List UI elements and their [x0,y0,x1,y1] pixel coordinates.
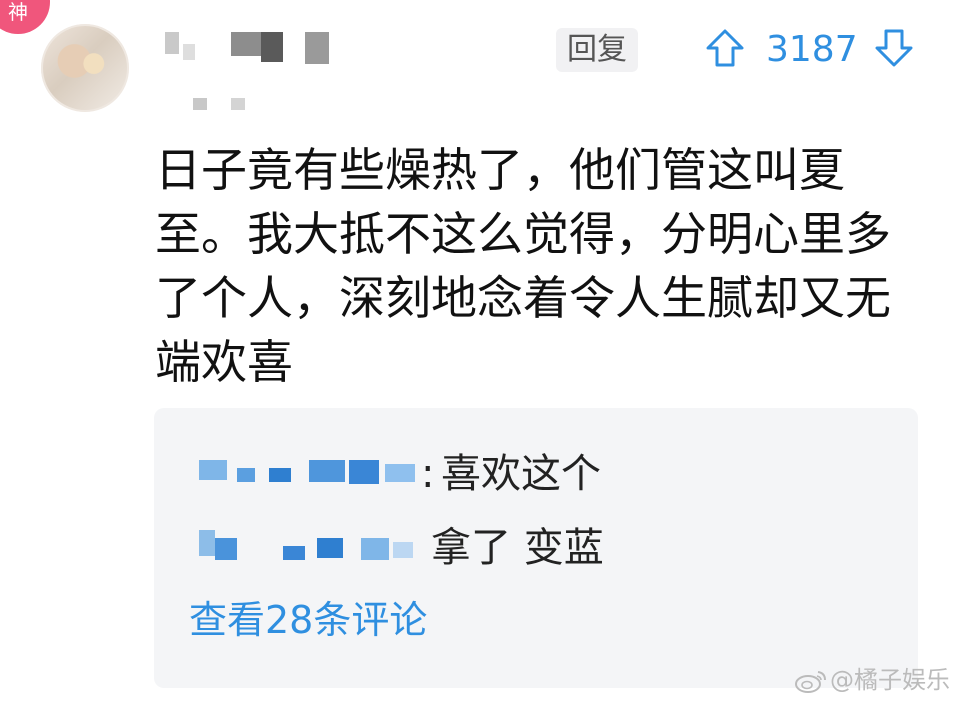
username-pixelated[interactable] [165,30,345,70]
content-line: 日子竟有些燥热了，他们管这叫夏 [155,143,845,197]
reply-button[interactable]: 回复 [556,28,638,72]
watermark-text: @橘子娱乐 [830,666,950,694]
comment-content: 日子竟有些燥热了，他们管这叫夏 至。我大抵不这么觉得，分明心里多 了个人，深刻地… [155,138,915,394]
content-line: 端欢喜 [155,335,293,389]
content-line: 了个人，深刻地念着令人生腻却又无 [155,271,891,325]
sub-reply-username-pixelated[interactable] [189,528,429,568]
sub-reply-item[interactable]: : 喜欢这个 [189,444,889,504]
sub-reply-text: 拿了 变蓝 [431,525,604,571]
downvote-arrow-icon[interactable] [874,28,914,68]
sub-reply-text: 喜欢这个 [441,451,601,497]
sub-reply-separator: : [421,451,435,497]
badge-label: 神 [8,0,28,24]
content-line: 至。我大抵不这么觉得，分明心里多 [155,207,891,261]
view-more-comments-link[interactable]: 查看28条评论 [189,595,427,645]
user-meta-pixelated [193,96,253,112]
user-avatar[interactable] [41,24,129,112]
sub-reply-item[interactable]: 拿了 变蓝 [189,518,889,578]
upvote-arrow-icon[interactable] [705,28,745,68]
weibo-logo-icon [795,671,826,693]
watermark: @橘子娱乐 [794,664,950,696]
vote-count: 3187 [766,29,858,70]
sub-replies-panel: : 喜欢这个 拿了 变蓝 查看28条评论 [154,408,918,688]
sub-reply-username-pixelated[interactable] [189,454,429,494]
